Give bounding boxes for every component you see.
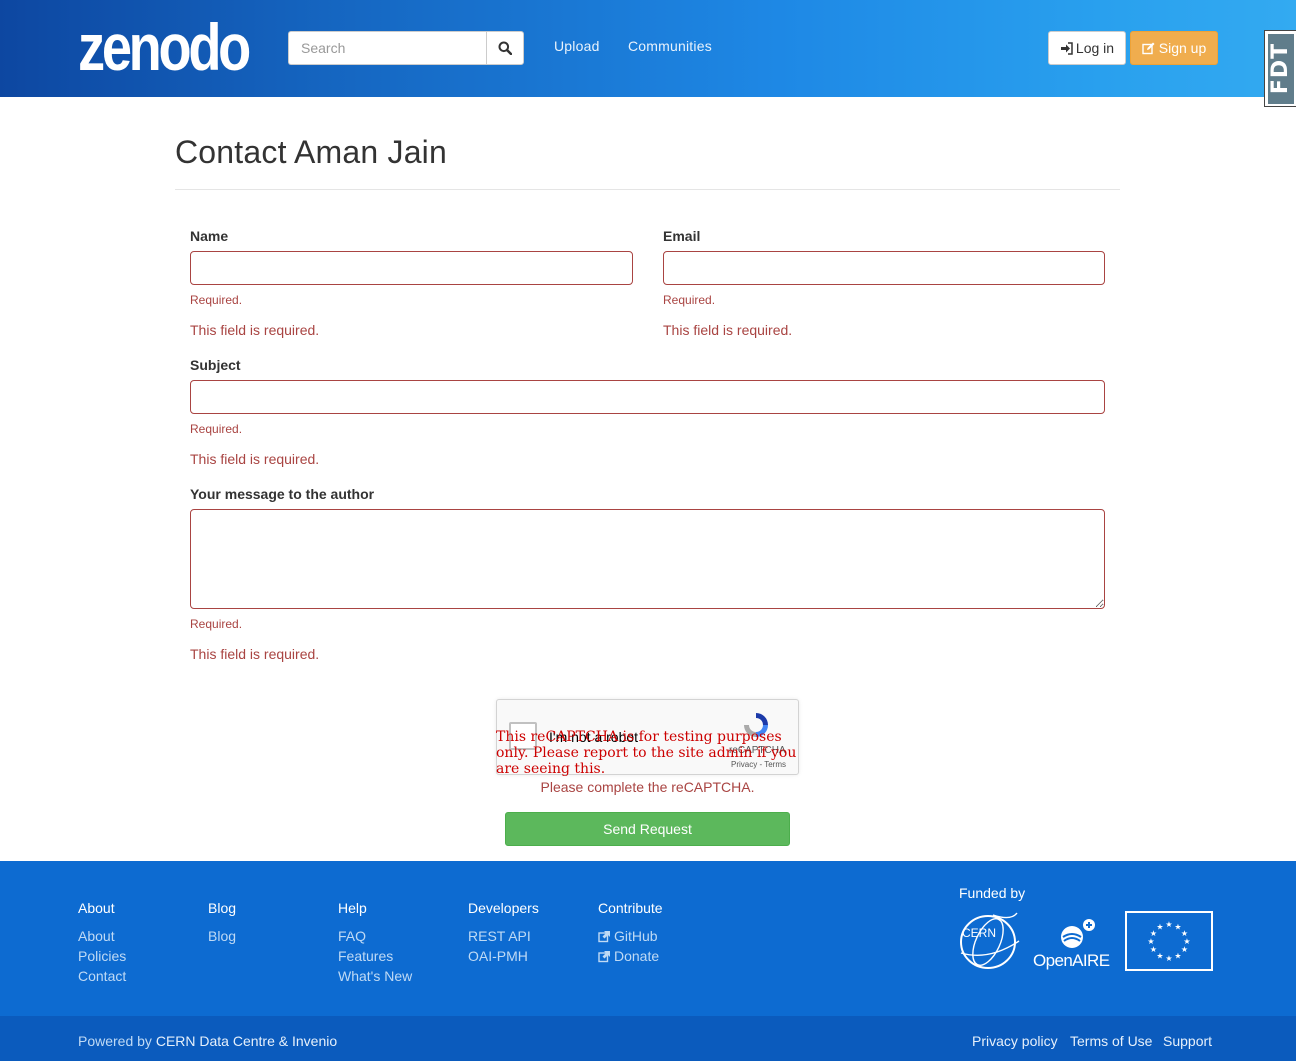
login-button[interactable]: Log in: [1048, 31, 1126, 65]
footer-link-faq[interactable]: FAQ: [338, 928, 366, 944]
page-title: Contact Aman Jain: [175, 134, 447, 170]
nav-communities[interactable]: Communities: [628, 38, 712, 54]
eu-flag-logo[interactable]: ★ ★ ★ ★ ★ ★ ★ ★ ★ ★ ★ ★: [1125, 911, 1213, 971]
sign-in-icon: [1060, 41, 1073, 55]
powered-by: Powered by CERN Data Centre & Invenio: [78, 1033, 337, 1049]
email-input[interactable]: [663, 251, 1105, 285]
edit-icon: [1142, 42, 1155, 54]
footer-link-oai-pmh[interactable]: OAI-PMH: [468, 948, 528, 964]
send-request-button[interactable]: Send Request: [505, 812, 790, 846]
name-hint: Required.: [190, 293, 243, 307]
footer-link-github-label: GitHub: [614, 928, 658, 944]
subject-hint: Required.: [190, 422, 243, 436]
svg-text:★: ★: [1165, 920, 1172, 929]
footer-link-about[interactable]: About: [78, 928, 115, 944]
login-label: Log in: [1075, 40, 1115, 56]
footer-link-donate[interactable]: Donate: [598, 948, 659, 964]
openaire-logo[interactable]: OpenAIRE: [1032, 915, 1112, 971]
nav-upload[interactable]: Upload: [554, 38, 600, 54]
footer-link-whats-new[interactable]: What's New: [338, 968, 412, 984]
footer-link-donate-label: Donate: [614, 948, 660, 964]
fdt-badge[interactable]: FDT: [1264, 30, 1296, 107]
svg-text:★: ★: [1156, 923, 1163, 932]
cern-logo[interactable]: CERN: [959, 911, 1021, 973]
external-link-icon: [598, 930, 610, 942]
footer-bottom-bar: Powered by CERN Data Centre & Invenio Pr…: [0, 1016, 1296, 1061]
svg-text:OpenAIRE: OpenAIRE: [1033, 951, 1110, 970]
email-hint: Required.: [663, 293, 716, 307]
footer-link-features[interactable]: Features: [338, 948, 393, 964]
svg-text:★: ★: [1174, 952, 1181, 961]
name-input[interactable]: [190, 251, 633, 285]
footer-link-policies[interactable]: Policies: [78, 948, 126, 964]
footer-heading-help: Help: [338, 900, 367, 916]
search-input[interactable]: [288, 31, 486, 65]
subject-input[interactable]: [190, 380, 1105, 414]
recaptcha-test-warning: This reCAPTCHA is for testing purposes o…: [496, 729, 797, 777]
svg-text:★: ★: [1150, 945, 1157, 954]
footer-heading-developers: Developers: [468, 900, 539, 916]
powered-by-link[interactable]: CERN Data Centre & Invenio: [156, 1033, 337, 1049]
name-error: This field is required.: [190, 322, 320, 338]
footer-heading-contribute: Contribute: [598, 900, 663, 916]
footer-link-contact[interactable]: Contact: [78, 968, 126, 984]
footer-link-rest-api[interactable]: REST API: [468, 928, 531, 944]
zenodo-logo[interactable]: zenodo: [78, 14, 250, 76]
footer-heading-blog: Blog: [208, 900, 237, 916]
message-textarea[interactable]: [190, 509, 1105, 609]
name-label: Name: [190, 228, 229, 244]
svg-text:★: ★: [1165, 954, 1172, 963]
fdt-label: FDT: [1268, 42, 1294, 95]
powered-by-prefix: Powered by: [78, 1033, 152, 1049]
message-label: Your message to the author: [190, 486, 375, 502]
search-form: [288, 31, 524, 65]
svg-text:zenodo: zenodo: [78, 14, 249, 76]
funded-by-label: Funded by: [959, 885, 1026, 901]
svg-text:CERN: CERN: [962, 926, 996, 940]
footer-link-blog[interactable]: Blog: [208, 928, 236, 944]
message-error: This field is required.: [190, 646, 320, 662]
recaptcha-error: Please complete the reCAPTCHA.: [540, 779, 755, 795]
email-error: This field is required.: [663, 322, 793, 338]
support-link[interactable]: Support: [1163, 1033, 1212, 1049]
subject-error: This field is required.: [190, 451, 320, 467]
footer-link-github[interactable]: GitHub: [598, 928, 658, 944]
footer-heading-about: About: [78, 900, 115, 916]
signup-button[interactable]: Sign up: [1130, 31, 1218, 65]
external-link-icon: [598, 950, 610, 962]
privacy-policy-link[interactable]: Privacy policy: [972, 1033, 1058, 1049]
signup-label: Sign up: [1158, 40, 1207, 56]
search-icon: [498, 41, 512, 55]
svg-text:★: ★: [1181, 945, 1188, 954]
email-label: Email: [663, 228, 701, 244]
subject-label: Subject: [190, 357, 241, 373]
svg-text:★: ★: [1156, 952, 1163, 961]
message-hint: Required.: [190, 617, 243, 631]
svg-text:★: ★: [1147, 937, 1154, 946]
terms-of-use-link[interactable]: Terms of Use: [1070, 1033, 1152, 1049]
eu-stars-icon: ★ ★ ★ ★ ★ ★ ★ ★ ★ ★ ★ ★: [1147, 920, 1190, 963]
top-navbar: zenodo Upload Communities Log in Sign up…: [0, 0, 1296, 107]
footer: About About Policies Contact Blog Blog H…: [0, 861, 1296, 1016]
title-divider: [175, 189, 1120, 190]
search-button[interactable]: [486, 31, 524, 65]
